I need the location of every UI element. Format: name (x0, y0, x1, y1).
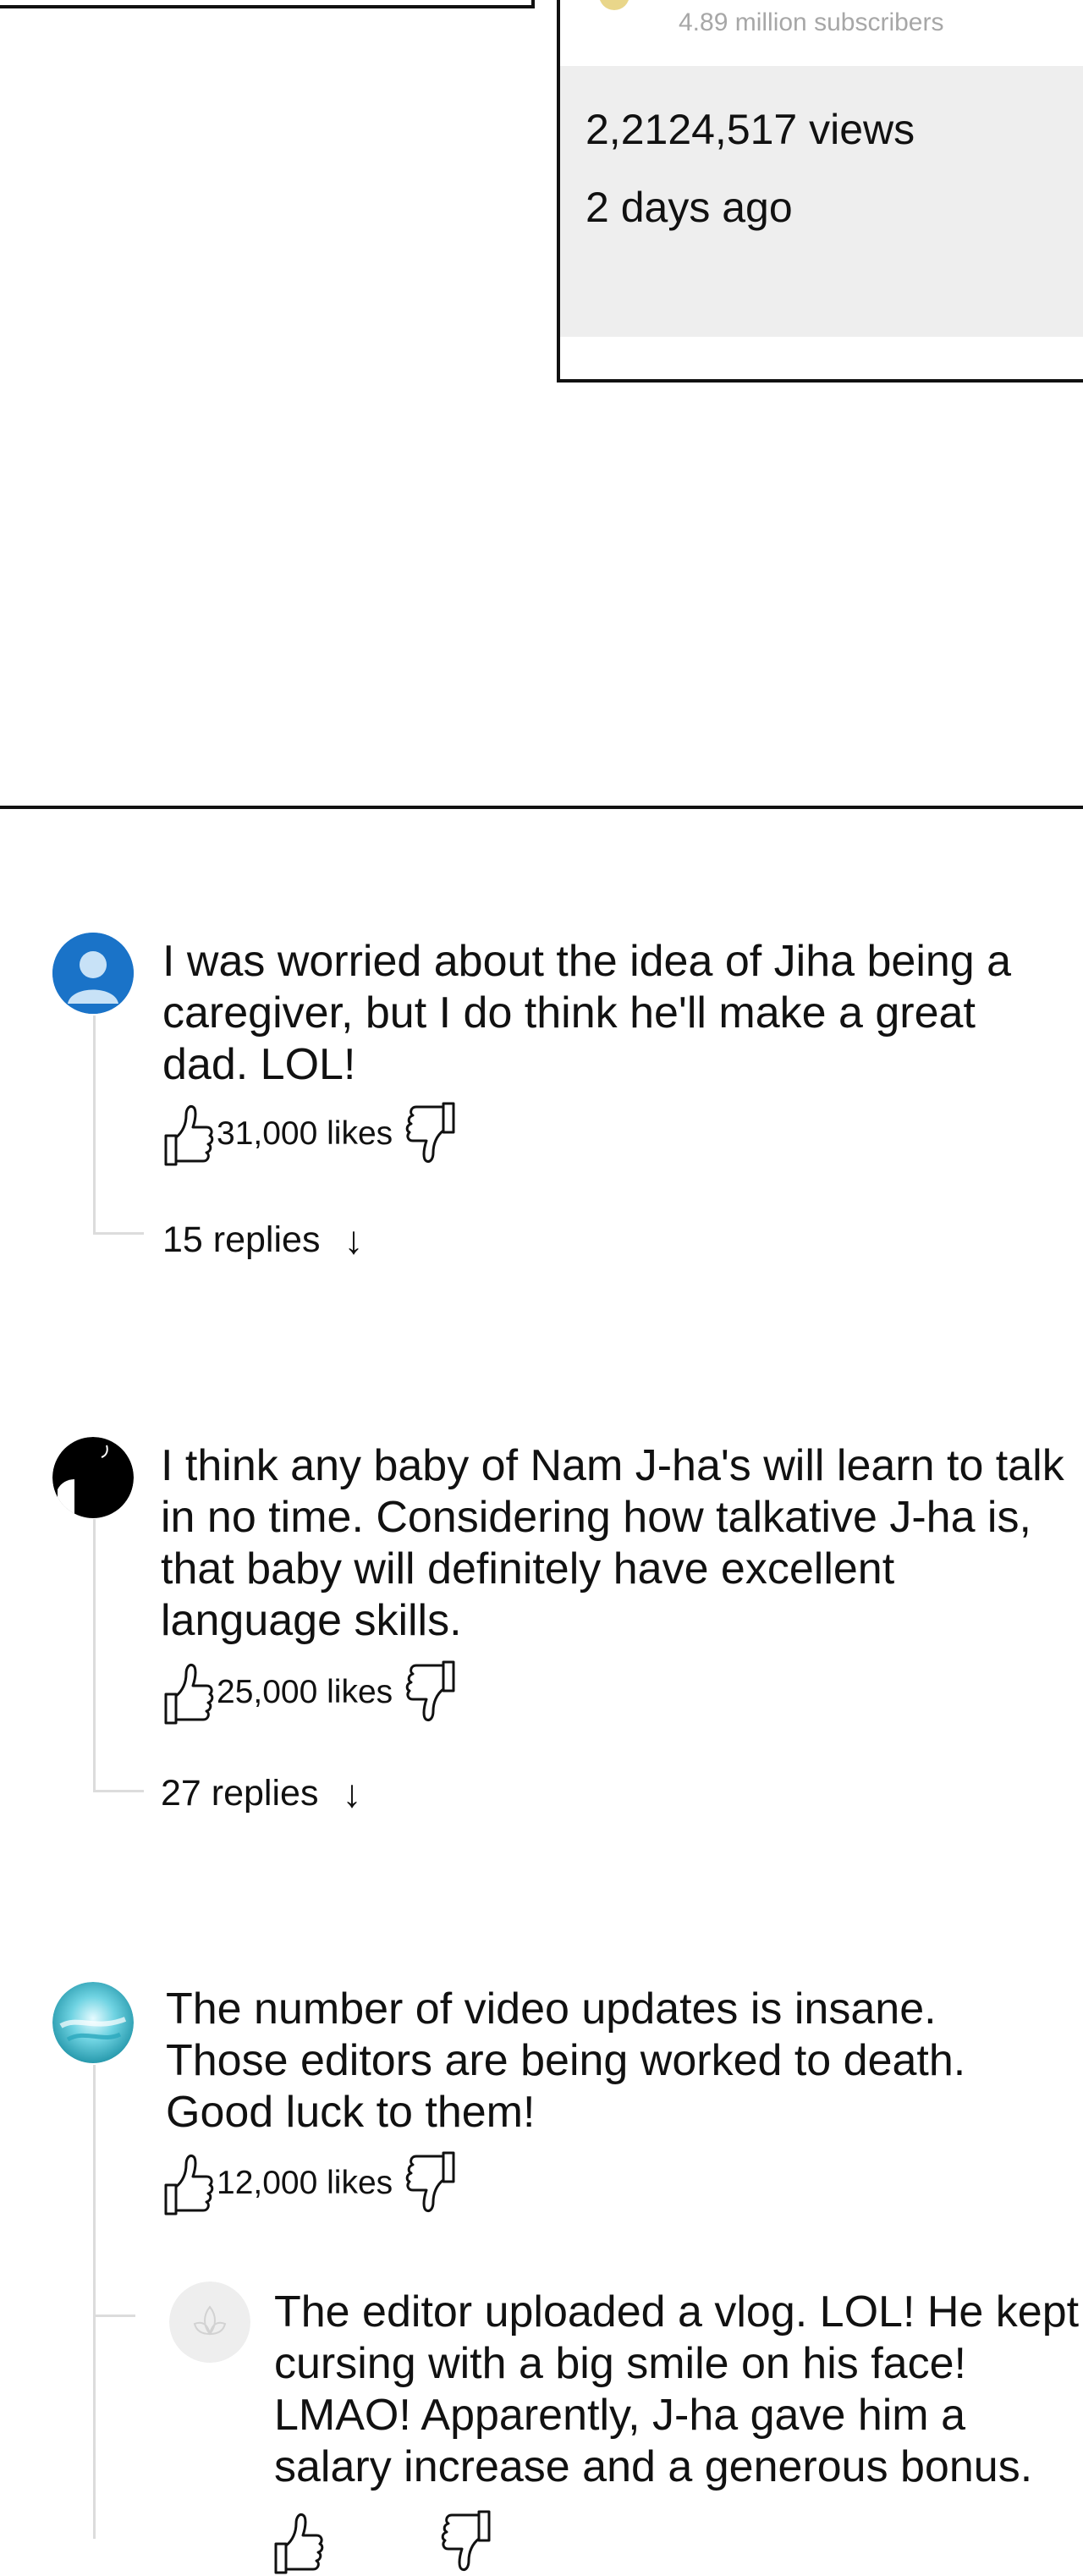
like-count: 25,000 likes (217, 1674, 393, 1710)
thumb-down-icon[interactable] (404, 1659, 459, 1726)
view-count: 2,2124,517 views (585, 106, 915, 153)
like-row: 12,000 likes (161, 2149, 459, 2217)
user-silhouette-icon[interactable] (52, 933, 134, 1014)
channel-avatar[interactable] (599, 0, 629, 10)
thumb-down-icon[interactable] (404, 2149, 459, 2217)
video-stats-box: 2,2124,517 views 2 days ago (560, 66, 1083, 337)
thread-branch (93, 1790, 144, 1792)
thumb-up-icon[interactable] (271, 2508, 325, 2576)
video-info-card: 4.89 million subscribers 2,2124,517 view… (557, 0, 1083, 383)
like-row: 25,000 likes (161, 1659, 459, 1726)
replies-count: 27 replies (161, 1772, 319, 1814)
video-player-frame (0, 0, 535, 8)
replies-count: 15 replies (162, 1219, 321, 1260)
teal-abstract-avatar-icon[interactable] (52, 1982, 134, 2063)
section-divider (0, 806, 1083, 809)
thumb-up-icon[interactable] (161, 1100, 215, 1168)
black-hair-avatar-icon[interactable] (52, 1437, 134, 1518)
reply-like-row (271, 2508, 494, 2576)
thumb-up-icon[interactable] (161, 2149, 215, 2217)
thread-branch (93, 2315, 135, 2317)
thumb-up-icon[interactable] (161, 1659, 215, 1726)
thread-branch (93, 1232, 144, 1235)
comment-text: I think any baby of Nam J-ha's will lear… (161, 1441, 1064, 1645)
upload-time: 2 days ago (585, 184, 793, 231)
comment-text: The number of video updates is insane. T… (166, 1984, 966, 2137)
arrow-down-icon: ↓ (344, 1218, 364, 1262)
view-replies-button[interactable]: 15 replies ↓ (162, 1217, 363, 1263)
comment-text: I was worried about the idea of Jiha bei… (162, 937, 1012, 1089)
thread-line (93, 2065, 96, 2539)
reply-text: The editor uploaded a vlog. LOL! He kept… (274, 2287, 1080, 2491)
thumb-down-icon[interactable] (440, 2508, 494, 2576)
subscriber-count: 4.89 million subscribers (679, 8, 944, 36)
thumb-down-icon[interactable] (404, 1100, 459, 1168)
view-replies-button[interactable]: 27 replies ↓ (161, 1770, 361, 1816)
flower-avatar-icon[interactable] (169, 2282, 250, 2363)
thread-line (93, 1519, 96, 1792)
like-count: 31,000 likes (217, 1115, 393, 1152)
arrow-down-icon: ↓ (342, 1771, 362, 1815)
thread-line (93, 1016, 96, 1234)
like-count: 12,000 likes (217, 2165, 393, 2201)
like-row: 31,000 likes (161, 1100, 459, 1168)
